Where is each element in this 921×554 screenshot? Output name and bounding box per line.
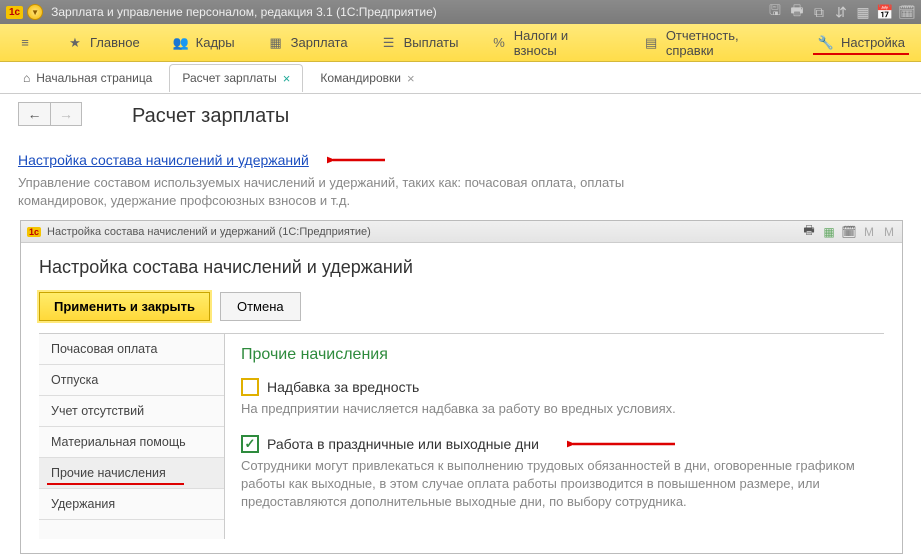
page-content: ← → Расчет зарплаты Настройка состава на…	[0, 94, 921, 554]
nav-back-button[interactable]: ←	[18, 102, 50, 126]
config-accruals-link[interactable]: Настройка состава начислений и удержаний	[18, 152, 309, 168]
settings-panel: Прочие начисления Надбавка за вредность …	[225, 334, 884, 539]
cancel-button[interactable]: Отмена	[220, 292, 301, 321]
hazard-allowance-checkbox[interactable]	[241, 378, 259, 396]
settings-sidebar: Почасовая оплата Отпуска Учет отсутствий…	[39, 334, 225, 539]
menu-label: Кадры	[196, 35, 235, 50]
menu-hamburger[interactable]: ≡	[0, 24, 50, 61]
percent-icon: %	[490, 34, 507, 52]
titlebar-toolbar: 🖫 🖶 ⧉ ⇵ ▦ 📅 🗓	[767, 4, 915, 20]
app-titlebar: 1c ▼ Зарплата и управление персоналом, р…	[0, 0, 921, 24]
menu-settings[interactable]: 🔧 Настройка	[801, 24, 921, 61]
sub-heading: Настройка состава начислений и удержаний	[39, 257, 884, 278]
main-menu: ≡ ★ Главное 👥 Кадры ▦ Зарплата ☰ Выплаты % На…	[0, 24, 921, 62]
print-icon[interactable]: 🖶	[789, 4, 805, 20]
app-menu-dropdown[interactable]: ▼	[27, 4, 43, 20]
config-desc: Управление составом используемых начисле…	[18, 174, 658, 210]
refresh-icon[interactable]: ⇵	[833, 4, 849, 20]
menu-label: Главное	[90, 35, 140, 50]
calculator-icon[interactable]: ▦	[855, 4, 871, 20]
home-icon: ⌂	[23, 71, 30, 85]
menu-payments[interactable]: ☰ Выплаты	[364, 24, 475, 61]
copy-icon[interactable]: ⧉	[811, 4, 827, 20]
menu-staff[interactable]: 👥 Кадры	[156, 24, 251, 61]
print-icon[interactable]: 🖶	[802, 225, 816, 239]
sidebar-item-other-accruals[interactable]: Прочие начисления	[39, 458, 224, 489]
logo-1c-icon: 1c	[27, 227, 41, 237]
tab-trips[interactable]: Командировки ×	[307, 64, 427, 92]
wrench-icon: 🔧	[817, 34, 835, 52]
letter-m-icon[interactable]: M	[862, 225, 876, 239]
nav-arrows: ← →	[18, 102, 82, 126]
apply-close-button[interactable]: Применить и закрыть	[39, 292, 210, 321]
menu-salary[interactable]: ▦ Зарплата	[251, 24, 364, 61]
app-title: Зарплата и управление персоналом, редакц…	[51, 5, 767, 19]
more-icon[interactable]: M	[882, 225, 896, 239]
menu-label: Налоги и взносы	[514, 28, 611, 58]
tab-salary-calc[interactable]: Расчет зарплаты ×	[169, 64, 303, 92]
sub-window: 1c Настройка состава начислений и удержа…	[20, 220, 903, 554]
checkbox-label: Работа в праздничные или выходные дни	[267, 436, 539, 452]
sidebar-item-deductions[interactable]: Удержания	[39, 489, 224, 520]
schedule-icon[interactable]: 🗓	[842, 225, 856, 239]
checkbox-desc: На предприятии начисляется надбавка за р…	[241, 400, 868, 418]
nav-forward-button[interactable]: →	[50, 102, 82, 126]
menu-label: Зарплата	[291, 35, 348, 50]
menu-label: Выплаты	[404, 35, 459, 50]
calendar-icon[interactable]: 📅	[877, 4, 893, 20]
tab-label: Командировки	[320, 71, 401, 85]
save-icon[interactable]: 🖫	[767, 4, 783, 20]
menu-label: Отчетность, справки	[666, 28, 785, 58]
tab-label: Начальная страница	[36, 71, 152, 85]
page-title: Расчет зарплаты	[132, 105, 289, 128]
menu-taxes[interactable]: % Налоги и взносы	[474, 24, 626, 61]
star-icon: ★	[66, 34, 84, 52]
sidebar-item-aid[interactable]: Материальная помощь	[39, 427, 224, 458]
red-arrow-icon	[327, 152, 387, 168]
report-icon: ▤	[643, 34, 660, 52]
list-icon: ☰	[380, 34, 398, 52]
sidebar-item-hourly[interactable]: Почасовая оплата	[39, 334, 224, 365]
close-icon[interactable]: ×	[283, 71, 291, 86]
hamburger-icon: ≡	[16, 34, 34, 52]
tab-bar: ⌂ Начальная страница Расчет зарплаты × Ком…	[0, 62, 921, 94]
sub-titlebar: 1c Настройка состава начислений и удержа…	[21, 221, 902, 243]
menu-reports[interactable]: ▤ Отчетность, справки	[627, 24, 801, 61]
close-icon[interactable]: ×	[407, 71, 415, 86]
calendar-icon[interactable]: ▦	[822, 225, 836, 239]
tab-label: Расчет зарплаты	[182, 71, 276, 85]
logo-1c-icon: 1c	[6, 6, 23, 19]
menu-label: Настройка	[841, 35, 905, 50]
menu-main[interactable]: ★ Главное	[50, 24, 156, 61]
people-icon: 👥	[172, 34, 190, 52]
red-arrow-icon	[567, 436, 677, 452]
sidebar-item-vacations[interactable]: Отпуска	[39, 365, 224, 396]
table-icon: ▦	[267, 34, 285, 52]
sub-window-title: Настройка состава начислений и удержаний…	[47, 226, 802, 238]
checkbox-label: Надбавка за вредность	[267, 379, 419, 395]
sidebar-item-absences[interactable]: Учет отсутствий	[39, 396, 224, 427]
tab-home[interactable]: ⌂ Начальная страница	[10, 64, 165, 91]
schedule-icon[interactable]: 🗓	[899, 4, 915, 20]
checkbox-desc: Сотрудники могут привлекаться к выполнен…	[241, 457, 868, 512]
panel-title: Прочие начисления	[241, 346, 868, 364]
holiday-work-checkbox[interactable]: ✓	[241, 435, 259, 453]
